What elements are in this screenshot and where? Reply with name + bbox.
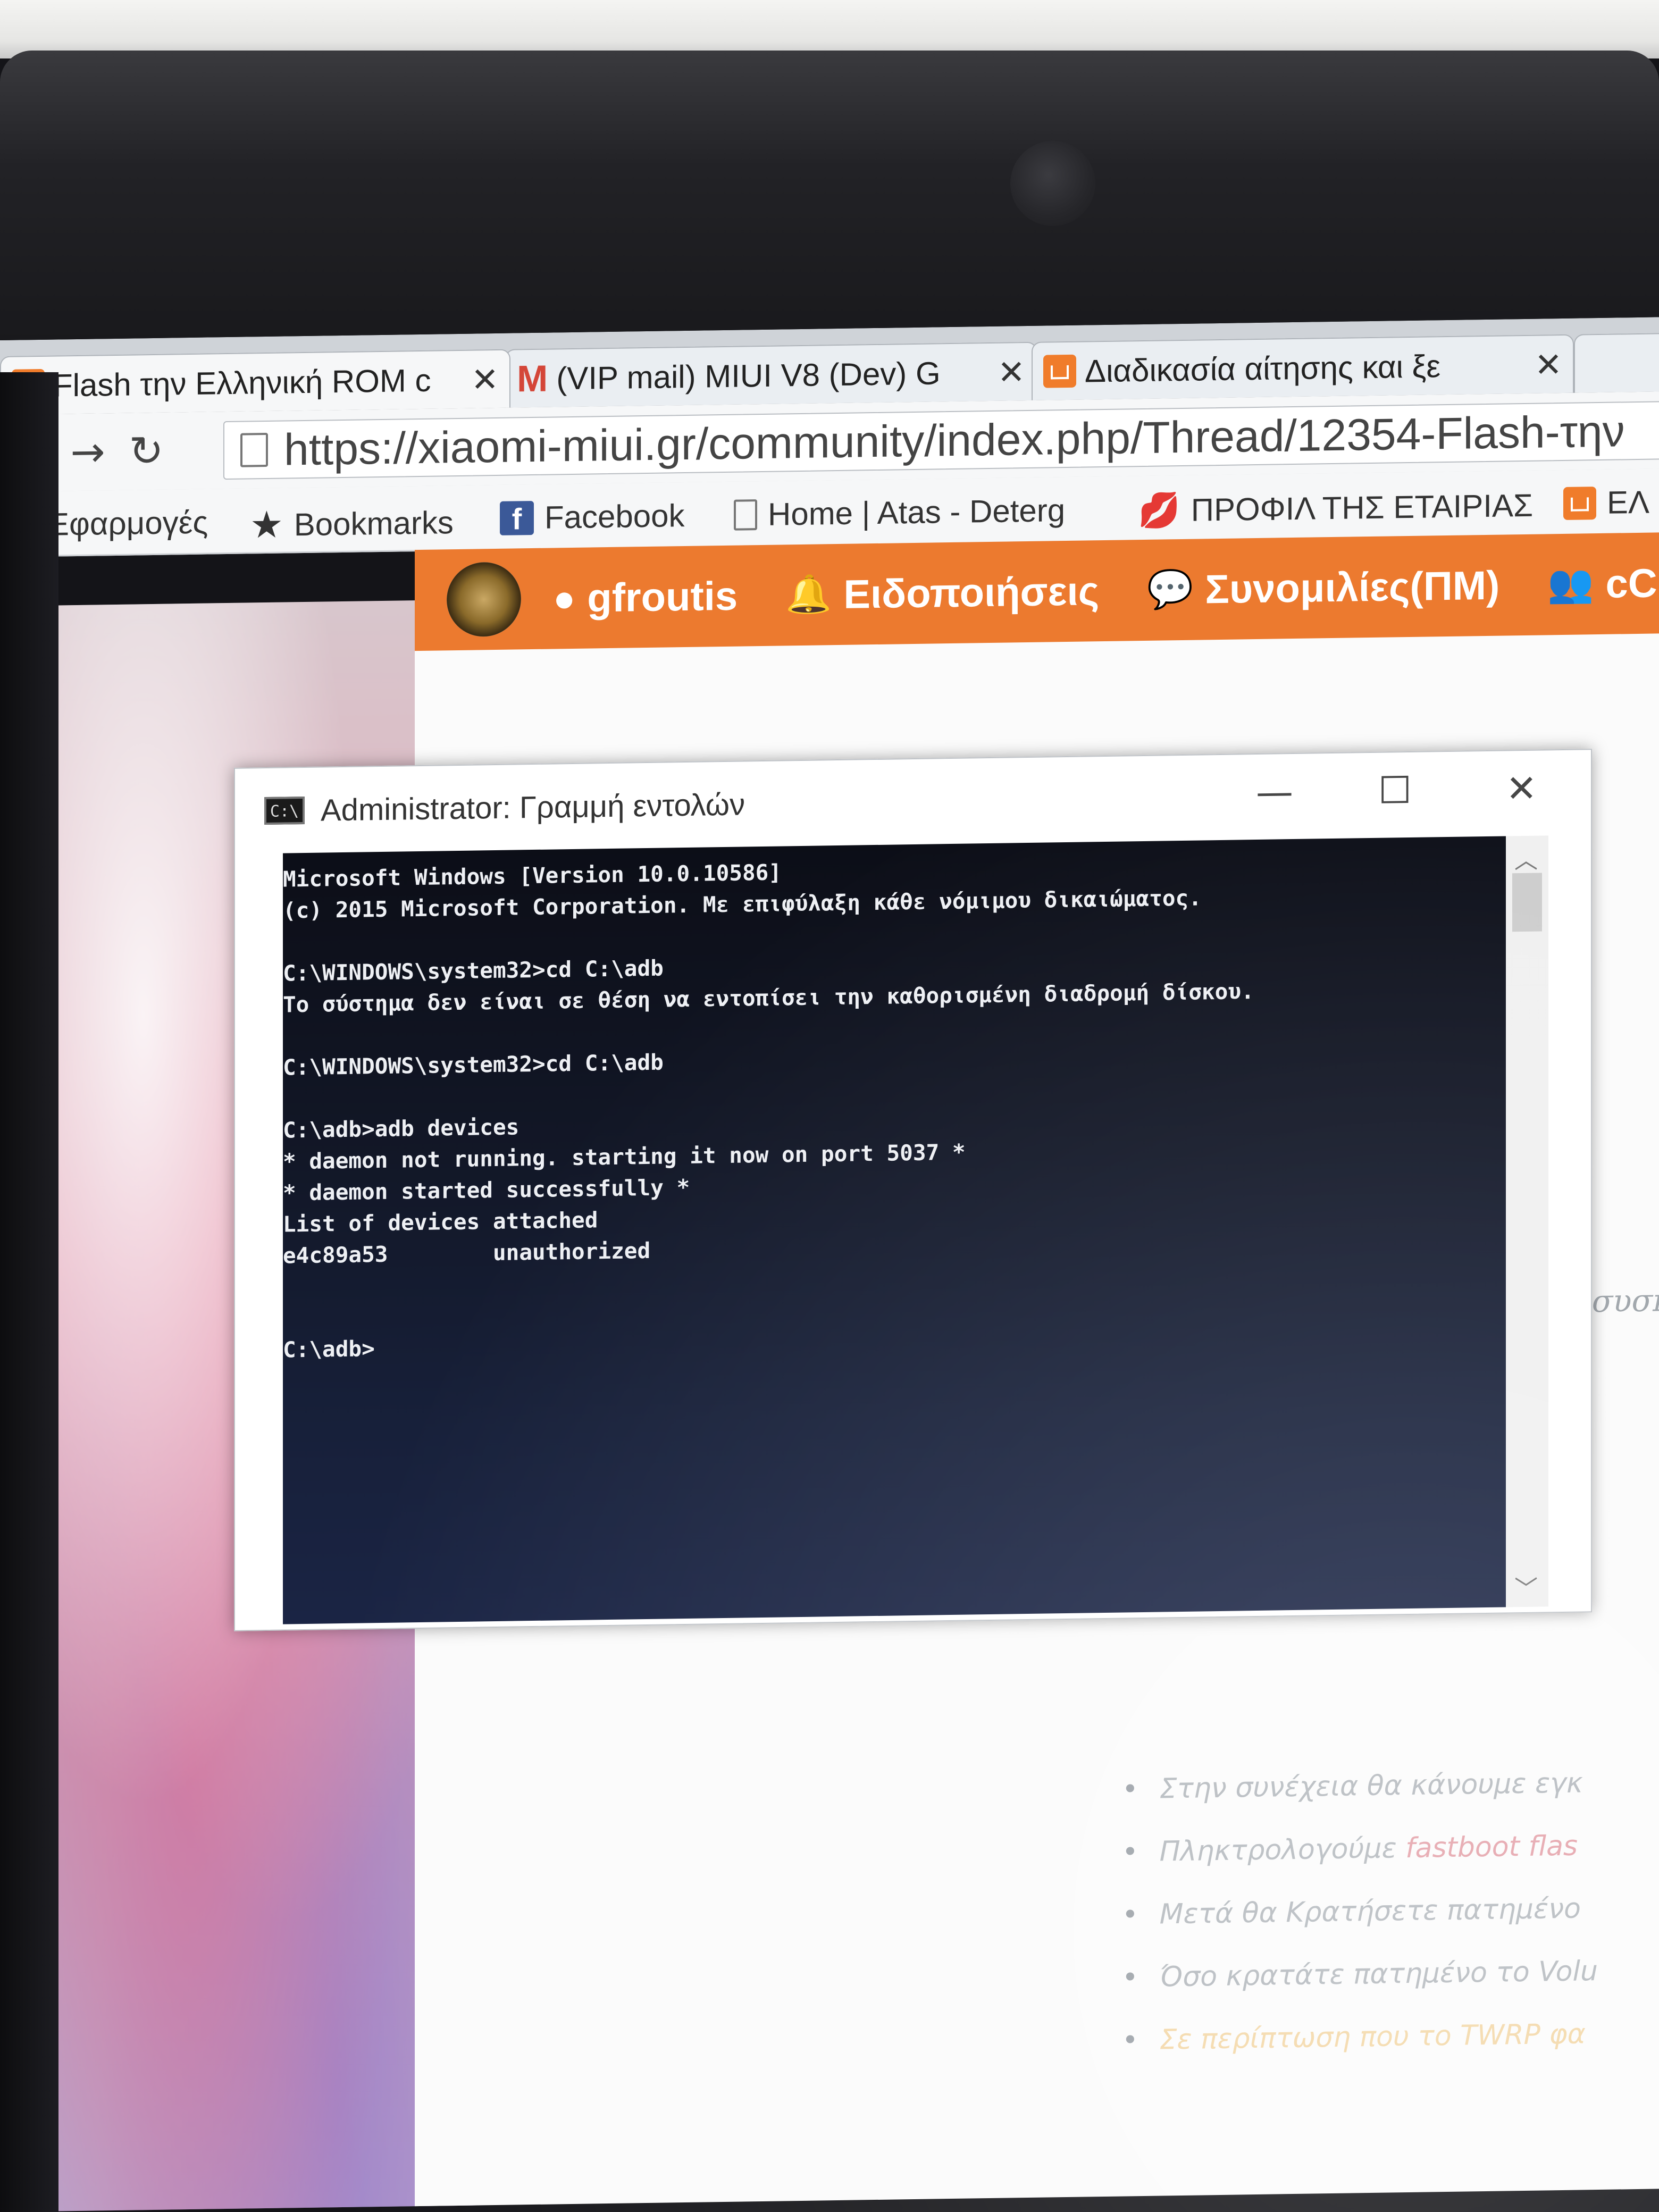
monitor-screen: Flash την Ελληνική ROM c ✕ M (VIP mail) …	[0, 317, 1659, 2212]
bell-icon: 🔔	[785, 573, 832, 616]
tab-flash-rom[interactable]: Flash την Ελληνική ROM c ✕	[0, 349, 510, 415]
forum-navbar: ● gfroutis 🔔 Ειδοποιήσεις 💬 Συνομιλίες(Π…	[415, 532, 1659, 651]
nav-label: Συνομιλίες(ΠΜ)	[1205, 563, 1500, 612]
facebook-icon: f	[500, 500, 534, 535]
tab-title: Flash την Ελληνική ROM c	[53, 362, 431, 404]
webcam	[1010, 141, 1095, 226]
scroll-down-icon[interactable]: ﹀	[1514, 1570, 1538, 1604]
minimize-button[interactable]: —	[1256, 770, 1293, 814]
list-item: • Πληκτρολογούμε fastboot flas	[1122, 1830, 1578, 1869]
console-output[interactable]: Microsoft Windows [Version 10.0.10586] (…	[283, 836, 1506, 1624]
cmd-app-icon: C:\	[264, 796, 305, 825]
forum-logo[interactable]	[447, 562, 521, 638]
nav-label: cChat	[1605, 559, 1659, 607]
nav-notifications[interactable]: 🔔 Ειδοποιήσεις	[785, 568, 1099, 618]
tab-close-icon[interactable]: ✕	[998, 353, 1025, 392]
bookmark-profile[interactable]: 💋 ΠΡΟΦΙΛ ΤΗΣ ΕΤΑΙΡΙΑΣ	[1138, 485, 1542, 531]
nav-cchat[interactable]: 👥 cChat	[1547, 559, 1659, 607]
tab-vip-mail[interactable]: M (VIP mail) MIUI V8 (Dev) G ✕	[505, 341, 1037, 408]
user-icon: ●	[553, 577, 576, 619]
reload-button[interactable]: ↻	[117, 427, 175, 476]
house-icon	[1563, 486, 1596, 520]
nav-conversations[interactable]: 💬 Συνομιλίες(ΠΜ)	[1147, 562, 1499, 613]
chat-icon: 💬	[1147, 568, 1194, 610]
list-item: • Μετά θα Κρατήσετε πατημένο	[1122, 1892, 1581, 1931]
new-tab-button[interactable]	[1574, 332, 1659, 393]
tab-close-icon[interactable]: ✕	[471, 359, 499, 399]
monitor-bezel-left	[0, 372, 58, 2212]
close-button[interactable]: ✕	[1506, 767, 1537, 811]
bookmark-el[interactable]: ΕΛ	[1563, 484, 1649, 522]
wall-background	[0, 0, 1659, 58]
nav-label: gfroutis	[587, 573, 738, 621]
group-icon: 👥	[1547, 563, 1594, 605]
address-bar[interactable]: https://xiaomi-miui.gr/community/index.p…	[223, 400, 1659, 480]
console-text: Microsoft Windows [Version 10.0.10586] (…	[283, 859, 1254, 1363]
scroll-up-icon[interactable]: ︿	[1514, 841, 1538, 876]
page-icon	[734, 499, 757, 531]
bookmark-label: Εφαρμογές	[48, 504, 208, 542]
cmd-window-title: Administrator: Γραμμή εντολών	[321, 786, 745, 828]
nav-user[interactable]: ● gfroutis	[553, 573, 738, 622]
scroll-thumb[interactable]	[1512, 873, 1542, 932]
bookmark-facebook[interactable]: f Facebook	[500, 497, 685, 537]
house-icon	[1043, 354, 1076, 388]
list-item: • Σε περίπτωση που το TWRP φα	[1122, 2018, 1586, 2057]
forward-button[interactable]: →	[58, 428, 117, 476]
page-icon	[240, 432, 268, 467]
bookmark-bookmarks[interactable]: ★ Bookmarks	[250, 500, 454, 547]
bookmark-label: Bookmarks	[294, 504, 454, 542]
cmd-window[interactable]: C:\ Administrator: Γραμμή εντολών — ☐ ✕ …	[234, 749, 1592, 1631]
tab-title: Διαδικασία αίτησης και ξε	[1085, 348, 1441, 389]
list-item: • Στην συνέχεια θα κάνουμε εγκ	[1122, 1767, 1583, 1806]
url-text: https://xiaomi-miui.gr/community/index.p…	[284, 405, 1625, 475]
bookmark-label: ΕΛ	[1607, 484, 1650, 521]
tab-diadikasia[interactable]: Διαδικασία αίτησης και ξε ✕	[1032, 334, 1574, 400]
nav-label: Ειδοποιήσεις	[843, 568, 1100, 617]
gmail-icon: M	[517, 357, 548, 400]
bookmark-label: ΠΡΟΦΙΛ ΤΗΣ ΕΤΑΙΡΙΑΣ	[1191, 487, 1534, 528]
list-item: • Όσο κρατάτε πατημένο το Volu	[1122, 1955, 1598, 1994]
bookmark-label: Facebook	[544, 498, 685, 535]
lips-icon: 💋	[1138, 491, 1180, 530]
maximize-button[interactable]: ☐	[1378, 768, 1412, 812]
star-icon: ★	[250, 504, 283, 546]
tab-title: (VIP mail) MIUI V8 (Dev) G	[556, 355, 941, 396]
console-scrollbar[interactable]: ︿ ﹀	[1506, 835, 1548, 1607]
bookmark-atas[interactable]: Home | Atas - Deterg	[734, 491, 1095, 533]
bookmark-label: Home | Atas - Deterg	[768, 492, 1066, 532]
tab-close-icon[interactable]: ✕	[1535, 345, 1562, 384]
instruction-list: • Στην συνέχεια θα κάνουμε εγκ • Πληκτρολο…	[1122, 1767, 1598, 2087]
